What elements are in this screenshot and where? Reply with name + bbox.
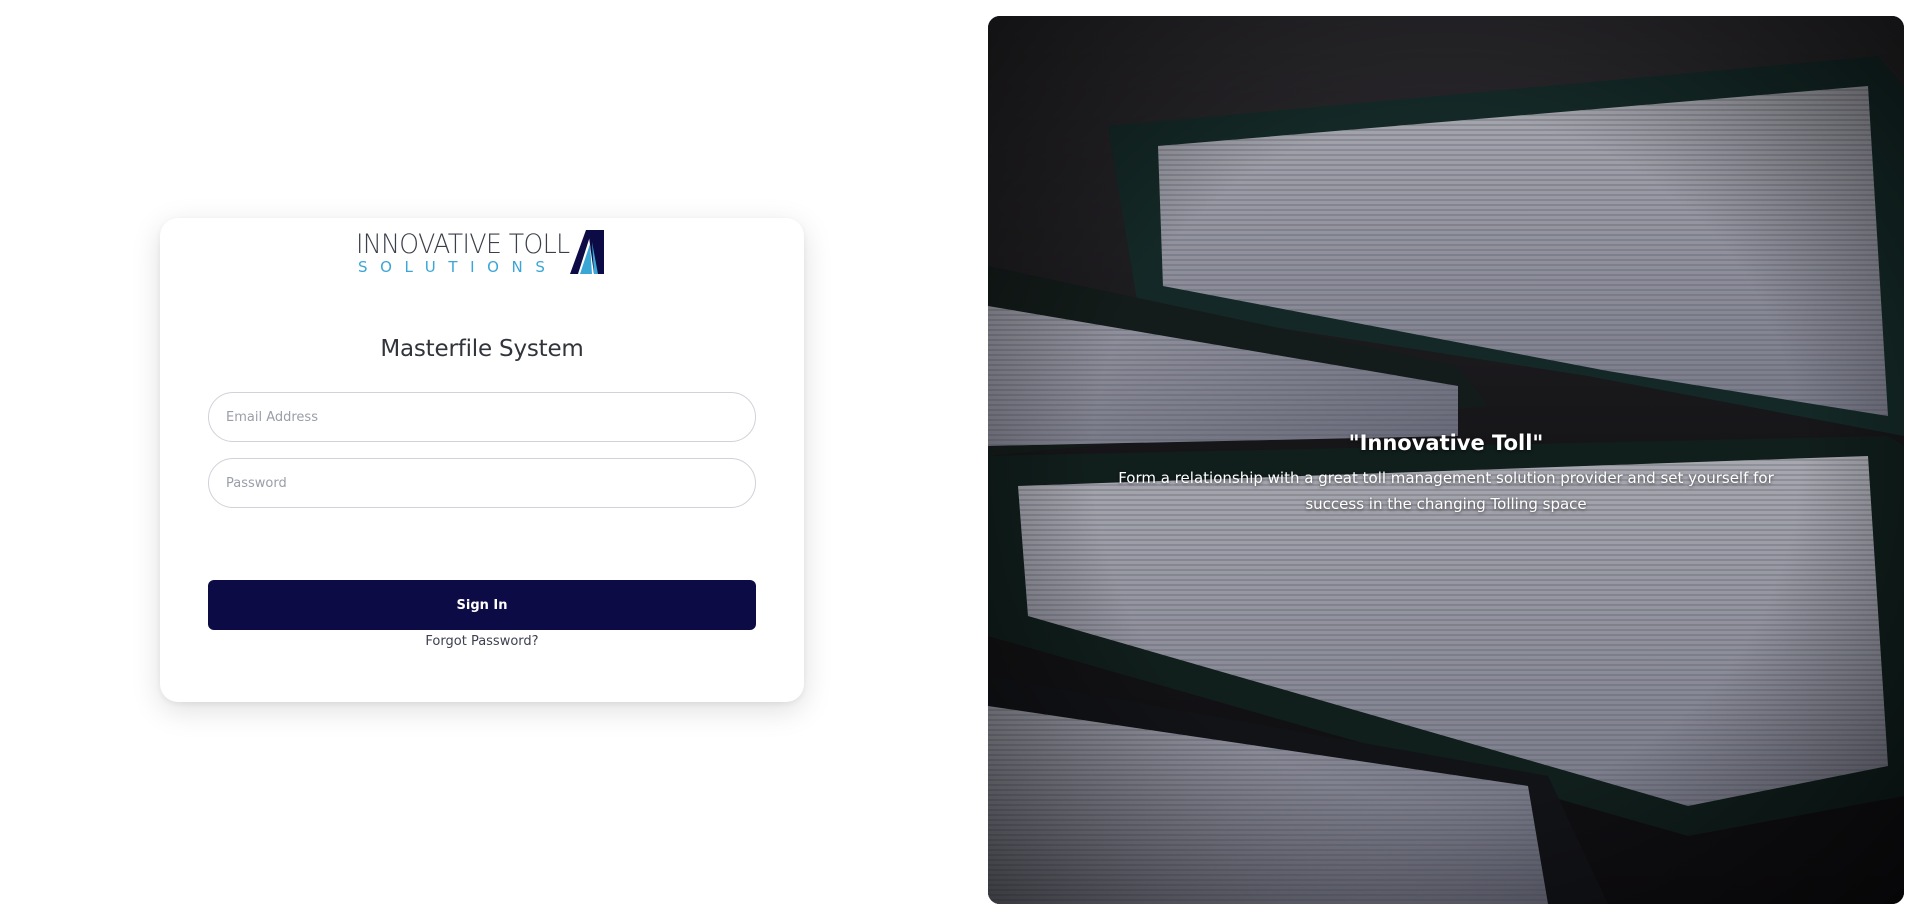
logo-name-line1: INNOVATIVE TOLL	[356, 229, 570, 260]
hero-subtitle: Form a relationship with a great toll ma…	[1118, 469, 1774, 513]
company-logo: INNOVATIVE TOLL SOLUTIONS	[356, 228, 610, 276]
hero-caption: "Innovative Toll" Form a relationship wi…	[1068, 431, 1824, 517]
logo-name-line2: SOLUTIONS	[358, 258, 558, 276]
password-field[interactable]	[208, 458, 756, 508]
page-title: Masterfile System	[380, 336, 584, 362]
sign-in-button[interactable]: Sign In	[208, 580, 756, 630]
road-lane-icon	[570, 230, 604, 274]
forgot-password-link[interactable]: Forgot Password?	[160, 634, 804, 649]
hero-title: "Innovative Toll"	[1348, 431, 1544, 455]
hero-panel: "Innovative Toll" Form a relationship wi…	[988, 16, 1904, 904]
login-card: INNOVATIVE TOLL SOLUTIONS Masterfile Sys…	[160, 218, 804, 702]
login-page: INNOVATIVE TOLL SOLUTIONS Masterfile Sys…	[0, 0, 1920, 919]
email-field[interactable]	[208, 392, 756, 442]
